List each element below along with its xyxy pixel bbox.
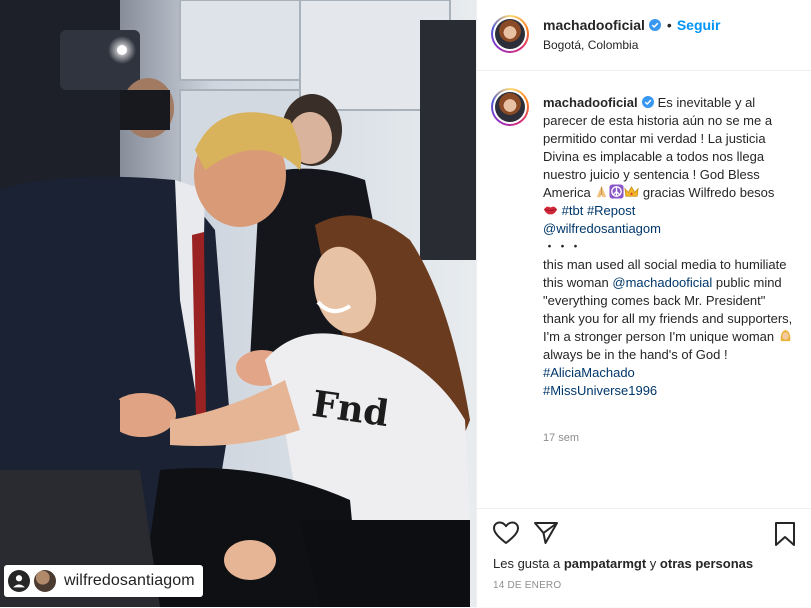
comments-area: machadooficial Es inevitable y al parecer…	[477, 71, 811, 508]
peace-symbol-icon	[609, 184, 624, 199]
post-actions: Les gusta a pampatarmgt y otras personas…	[477, 508, 811, 608]
photo-illustration	[0, 0, 476, 607]
likes-others[interactable]: otras personas	[660, 556, 753, 571]
share-send-icon[interactable]	[533, 521, 559, 545]
save-bookmark-icon[interactable]	[774, 521, 796, 547]
mention-wilfredo[interactable]: @wilfredosantiagom	[543, 221, 661, 236]
likes-summary: Les gusta a pampatarmgt y otras personas	[493, 556, 753, 571]
follow-button[interactable]: Seguir	[677, 17, 721, 33]
folded-hands-icon	[597, 185, 607, 198]
caption-part-2: gracias Wilfredo besos	[639, 185, 779, 200]
mention-machado[interactable]: @machadooficial	[612, 275, 712, 290]
header-dot: •	[666, 17, 672, 33]
verified-badge-icon	[648, 19, 661, 31]
post-side-pane: machadooficial • Seguir Bogotá, Colombia…	[476, 0, 811, 607]
crown-icon	[624, 186, 639, 197]
like-heart-icon[interactable]	[493, 521, 519, 545]
repost-tag[interactable]: wilfredosantiagom	[4, 565, 203, 597]
repost-avatar	[34, 570, 56, 592]
caption-text: machadooficial Es inevitable y al parecer…	[543, 94, 793, 400]
woman-blonde-icon	[780, 329, 791, 342]
caption-dots: ・・・	[543, 239, 583, 254]
user-tag-icon	[8, 570, 30, 592]
caption-avatar[interactable]	[491, 88, 529, 126]
header-username[interactable]: machadooficial	[543, 17, 645, 33]
header-location[interactable]: Bogotá, Colombia	[543, 38, 638, 52]
header-line: machadooficial • Seguir	[543, 17, 720, 33]
likes-user[interactable]: pampatarmgt	[564, 556, 646, 571]
repost-username: wilfredosantiagom	[64, 572, 195, 589]
post-photo[interactable]: Fnd wilfredosantiagom	[0, 0, 476, 607]
caption-username[interactable]: machadooficial	[543, 95, 638, 110]
likes-prefix: Les gusta a	[493, 556, 564, 571]
kiss-lips-icon	[543, 206, 558, 215]
post-header: machadooficial • Seguir Bogotá, Colombia	[477, 0, 811, 71]
hashtag-aliciamachado[interactable]: #AliciaMachado	[543, 365, 635, 380]
hashtag-missuniverse[interactable]: #MissUniverse1996	[543, 383, 657, 398]
hashtag-repost[interactable]: #Repost	[587, 203, 635, 218]
post-modal: Fnd wilfredosantiagom machadooficial • S…	[0, 0, 811, 607]
caption-timestamp[interactable]: 17 sem	[543, 432, 579, 444]
profile-avatar[interactable]	[491, 15, 529, 53]
hashtag-tbt[interactable]: #tbt	[562, 203, 584, 218]
verified-badge-icon	[641, 96, 654, 108]
post-date[interactable]: 14 DE ENERO	[493, 580, 561, 591]
likes-middle: y	[646, 556, 660, 571]
